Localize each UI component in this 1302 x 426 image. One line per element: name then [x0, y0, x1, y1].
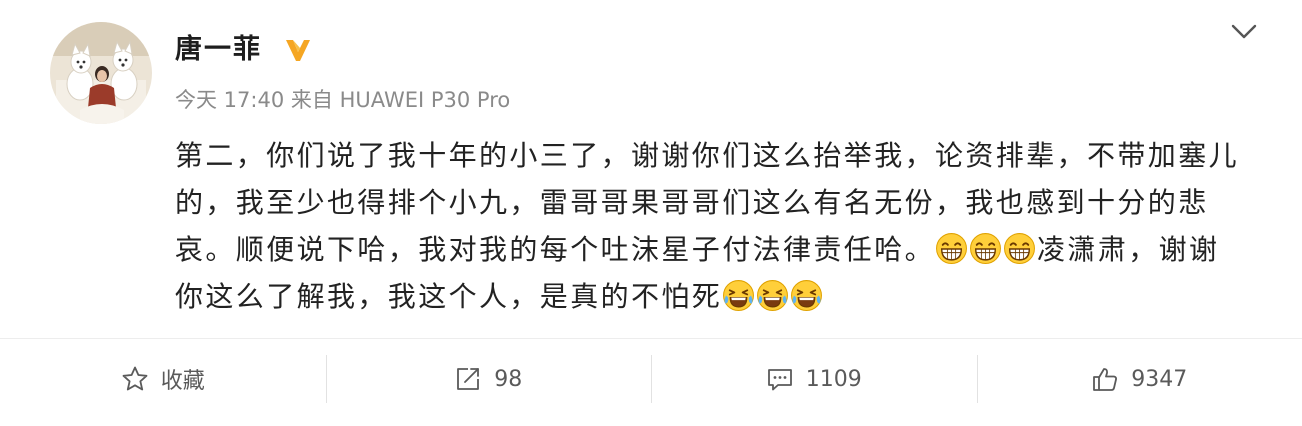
- thumbs-up-icon: [1091, 365, 1119, 393]
- post-actions-bar: 收藏 98 1109 9347: [0, 338, 1302, 419]
- post-text-line: 哀。顺便说下哈，我对我的每个吐沫星子付法律责任哈。 凌潇肃，谢谢: [175, 226, 1285, 273]
- repost-button[interactable]: 98: [325, 339, 652, 419]
- post-text-segment: 你这么了解我，我这个人，是真的不怕死: [175, 280, 723, 313]
- post-text-segment: 的，我至少也得排个小九，雷哥哥果哥哥们这么有名无份，我也感到十分的悲: [175, 186, 1209, 219]
- chevron-down-icon[interactable]: [1229, 22, 1259, 42]
- repost-icon: [454, 365, 482, 393]
- like-button[interactable]: 9347: [976, 339, 1302, 419]
- tears-of-joy-emoji: [756, 279, 789, 312]
- favorite-label: 收藏: [160, 369, 205, 394]
- tears-of-joy-emoji: [722, 279, 755, 312]
- post-text-line: 的，我至少也得排个小九，雷哥哥果哥哥们这么有名无份，我也感到十分的悲: [175, 179, 1285, 226]
- author-name[interactable]: 唐一菲: [175, 30, 262, 70]
- laughing-emoji: [969, 232, 1002, 265]
- post-text: 第二，你们说了我十年的小三了，谢谢你们这么抬举我，论资排辈，不带加塞儿 的，我至…: [175, 132, 1285, 320]
- avatar-image: [50, 22, 152, 124]
- verified-badge-icon: [284, 37, 312, 63]
- post-text-segment: 第二，你们说了我十年的小三了，谢谢你们这么抬举我，论资排辈，不带加塞儿: [175, 139, 1240, 172]
- avatar[interactable]: [50, 22, 152, 124]
- comment-icon: [766, 365, 794, 393]
- star-icon: [121, 365, 149, 393]
- post-text-line: 第二，你们说了我十年的小三了，谢谢你们这么抬举我，论资排辈，不带加塞儿: [175, 132, 1285, 179]
- favorite-button[interactable]: 收藏: [0, 339, 326, 419]
- post-text-segment: 凌潇肃，谢谢: [1037, 233, 1220, 266]
- post-source: 来自 HUAWEI P30 Pro: [290, 88, 511, 112]
- post-time[interactable]: 今天 17:40: [175, 88, 284, 112]
- laughing-emoji: [1003, 232, 1036, 265]
- laughing-emoji: [935, 232, 968, 265]
- post-text-segment: 哀。顺便说下哈，我对我的每个吐沫星子付法律责任哈。: [175, 233, 936, 266]
- post-meta: 今天 17:40 来自 HUAWEI P30 Pro: [175, 85, 510, 115]
- tears-of-joy-emoji: [790, 279, 823, 312]
- repost-count: 98: [494, 366, 523, 392]
- comment-count: 1109: [805, 366, 862, 392]
- like-count: 9347: [1131, 366, 1188, 392]
- post-text-line: 你这么了解我，我这个人，是真的不怕死: [175, 273, 1285, 320]
- comment-button[interactable]: 1109: [651, 339, 977, 419]
